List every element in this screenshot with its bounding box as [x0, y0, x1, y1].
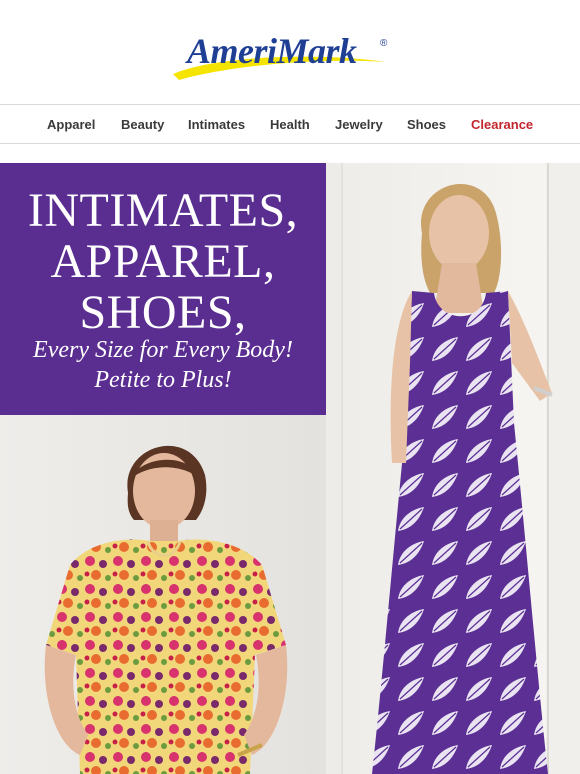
- headline-line: APPAREL,: [50, 235, 276, 288]
- nav-item-clearance[interactable]: Clearance: [471, 117, 533, 132]
- nav-item-health[interactable]: Health: [270, 117, 310, 132]
- nav-item-shoes[interactable]: Shoes: [407, 117, 446, 132]
- nav-item-beauty[interactable]: Beauty: [121, 117, 164, 132]
- hero-text-panel: INTIMATES, APPAREL, SHOES, Every Size fo…: [0, 163, 326, 415]
- nav-item-intimates[interactable]: Intimates: [188, 117, 245, 132]
- hero-headline: INTIMATES, APPAREL, SHOES,: [0, 185, 326, 338]
- registered-mark: ®: [380, 38, 388, 49]
- subline-line: Every Size for Every Body!: [33, 337, 293, 363]
- logo-wordmark: AmeriMark: [187, 31, 357, 71]
- nav-item-jewelry[interactable]: Jewelry: [335, 117, 383, 132]
- headline-line: SHOES,: [79, 286, 247, 339]
- amerimark-logo[interactable]: AmeriMark ®: [165, 22, 415, 84]
- subline-line: Petite to Plus!: [94, 367, 232, 393]
- floral-dress-photo[interactable]: [0, 415, 326, 774]
- headline-line: INTIMATES,: [27, 184, 299, 237]
- hero-subline: Every Size for Every Body! Petite to Plu…: [0, 335, 326, 395]
- nav-bottom-divider: [0, 143, 580, 144]
- main-nav: Apparel Beauty Intimates Health Jewelry …: [0, 105, 580, 143]
- hero-banner[interactable]: INTIMATES, APPAREL, SHOES, Every Size fo…: [0, 163, 580, 774]
- email-header: AmeriMark ®: [0, 0, 580, 104]
- purple-dress-photo[interactable]: [326, 163, 580, 774]
- nav-item-apparel[interactable]: Apparel: [47, 117, 95, 132]
